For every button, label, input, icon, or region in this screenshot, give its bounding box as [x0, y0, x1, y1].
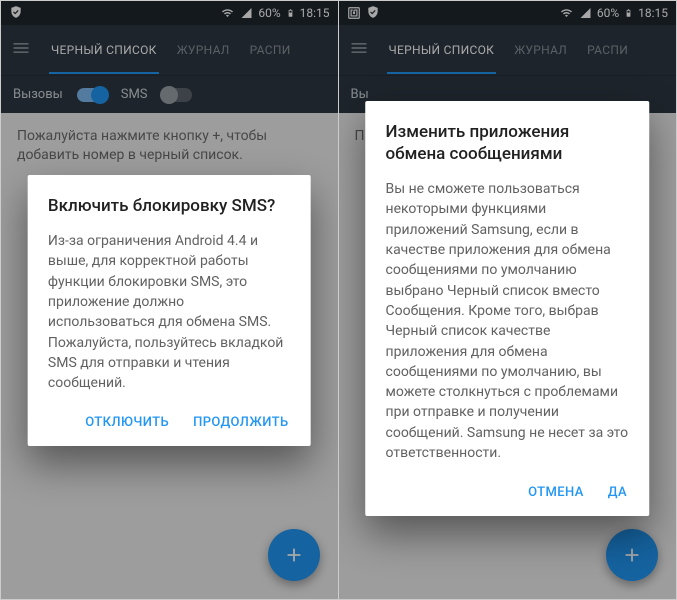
screen-right: 60% 18:15 ЧЕРНЫЙ СПИСОК ЖУРНАЛ РАСПИ Вы … [339, 1, 677, 599]
screen-left: 60% 18:15 ЧЕРНЫЙ СПИСОК ЖУРНАЛ РАСПИ Выз… [1, 1, 339, 599]
disable-button[interactable]: ОТКЛЮЧИТЬ [85, 415, 169, 430]
dialog-enable-sms-block: Включить блокировку SMS? Из-за ограничен… [28, 175, 311, 446]
continue-button[interactable]: ПРОДОЛЖИТЬ [193, 415, 289, 430]
dialog-title: Изменить приложения обмена сообщениями [386, 121, 630, 165]
dialog-change-messaging-app: Изменить приложения обмена сообщениями В… [366, 101, 650, 516]
dialog-body: Из-за ограничения Android 4.4 и выше, дл… [48, 231, 291, 393]
dialog-title: Включить блокировку SMS? [48, 195, 291, 217]
container: 60% 18:15 ЧЕРНЫЙ СПИСОК ЖУРНАЛ РАСПИ Выз… [0, 0, 677, 600]
cancel-button[interactable]: ОТМЕНА [528, 485, 584, 500]
dialog-body: Вы не сможете пользоваться некоторыми фу… [386, 179, 630, 463]
yes-button[interactable]: ДА [608, 485, 627, 500]
